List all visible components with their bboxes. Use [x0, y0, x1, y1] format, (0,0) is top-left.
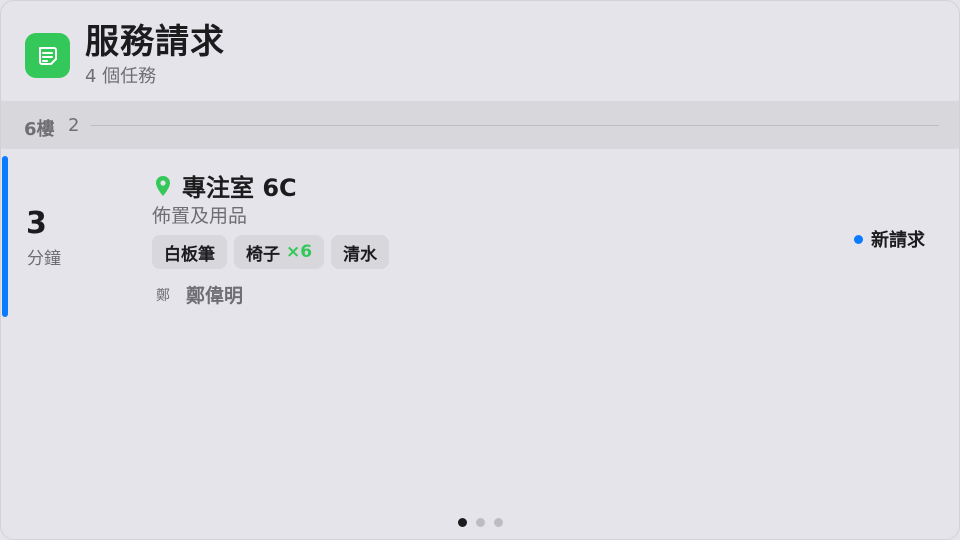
status-badge: 新請求: [854, 226, 925, 252]
task-count: 4 個任務: [85, 66, 157, 87]
service-requests-panel: 服務請求 4 個任務 6樓 2 3 分鐘 專注室 6C 佈置及用品 白板筆 椅子…: [0, 0, 960, 540]
page-dot-1[interactable]: [458, 518, 467, 527]
requester-name: 鄭偉明: [186, 285, 244, 307]
eta-value: 3: [26, 206, 47, 241]
location-row: 專注室 6C: [153, 168, 297, 203]
divider: [91, 125, 939, 126]
item-name: 白板筆: [164, 244, 215, 265]
item-chip: 白板筆: [152, 235, 227, 269]
requester: 鄭 鄭偉明: [156, 281, 243, 308]
request-category: 佈置及用品: [152, 205, 248, 227]
item-name: 清水: [343, 244, 378, 265]
location-pin-icon: [156, 175, 170, 196]
page-title: 服務請求: [85, 22, 225, 62]
selected-indicator: [2, 156, 8, 317]
status-dot-icon: [854, 234, 863, 244]
location-name: 專注室 6C: [182, 174, 297, 202]
item-chips: 白板筆 椅子 ×6 清水: [152, 235, 390, 269]
item-chip: 清水: [331, 235, 390, 269]
note-icon: [25, 33, 70, 78]
floor-section-header: 6樓 2: [1, 101, 959, 149]
page-dot-2[interactable]: [476, 518, 485, 527]
page-indicator[interactable]: [458, 518, 503, 527]
floor-count: 2: [68, 115, 80, 136]
eta-unit: 分鐘: [27, 249, 61, 269]
page-dot-3[interactable]: [494, 518, 503, 527]
item-name: 椅子: [246, 244, 280, 265]
item-chip: 椅子 ×6: [234, 235, 325, 269]
request-card[interactable]: 3 分鐘 專注室 6C 佈置及用品 白板筆 椅子 ×6 清水 鄭 鄭偉明 新請求: [1, 156, 959, 318]
status-text: 新請求: [871, 230, 925, 251]
avatar: 鄭: [156, 287, 170, 304]
floor-label: 6樓: [24, 119, 55, 140]
item-quantity: ×6: [286, 242, 313, 262]
